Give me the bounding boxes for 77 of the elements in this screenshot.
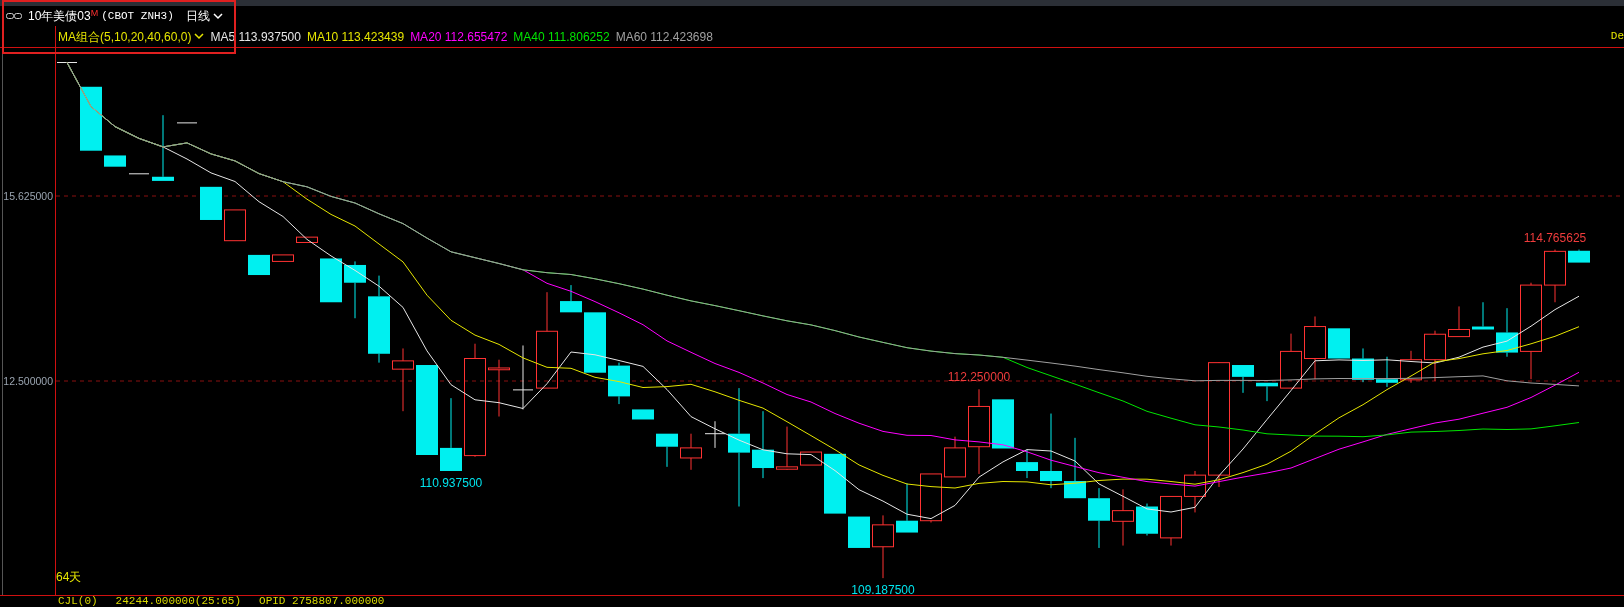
candlestick	[344, 260, 366, 319]
candlestick	[1568, 249, 1590, 263]
candlestick	[392, 347, 414, 412]
candlestick	[632, 409, 654, 420]
axis-label: 12.500000	[3, 375, 53, 387]
candlestick	[1376, 356, 1398, 388]
candlestick	[1064, 437, 1086, 499]
candlestick	[1232, 365, 1254, 394]
candlestick	[896, 482, 918, 533]
indicator-value: MA40 111.806252	[513, 28, 610, 46]
candlestick	[1328, 328, 1350, 359]
period-dropdown[interactable]: 日线	[185, 7, 223, 25]
indicator-label: De	[1610, 29, 1624, 45]
candlestick	[488, 359, 510, 417]
candlestick	[1136, 503, 1158, 536]
candlestick	[104, 155, 126, 167]
period-count: 64天	[56, 570, 82, 584]
candlestick	[560, 284, 582, 313]
candlestick	[1184, 470, 1206, 513]
candlestick	[656, 433, 678, 468]
candlestick	[1256, 382, 1278, 402]
chevron-down-icon	[212, 12, 223, 20]
indicator-value: MA20 112.655472	[410, 28, 508, 46]
price-label: 114.765625	[1523, 230, 1587, 245]
price-label: 110.937500	[419, 476, 483, 490]
instrument-code: (CBOT ZNH3)	[101, 8, 174, 24]
candlestick	[296, 236, 318, 243]
candlestick	[872, 514, 894, 579]
candlestick	[128, 173, 150, 175]
indicator-value: MA60 112.423698	[615, 28, 713, 46]
indicator-value: MA5 113.937500	[210, 28, 301, 46]
candlestick	[608, 362, 630, 405]
indicator-value: 24244.000000(25:65)	[115, 594, 242, 607]
candlestick	[320, 258, 342, 303]
candlestick	[1304, 315, 1326, 380]
candlestick	[1400, 350, 1422, 384]
candlestick	[800, 451, 822, 466]
candlestick	[920, 473, 942, 523]
indicator-value: CJL(0)	[58, 594, 98, 607]
axis-label: 15.625000	[3, 190, 53, 202]
candlestick	[1448, 305, 1470, 338]
chevron-down-icon	[194, 33, 205, 40]
candlestick	[1496, 307, 1518, 358]
price-label: 109.187500	[851, 583, 915, 595]
indicator-dropdown[interactable]: MA组合(5,10,20,40,60,0)	[58, 27, 205, 46]
candlestick	[1352, 347, 1374, 383]
candlestick	[824, 453, 846, 514]
candlestick	[1472, 301, 1494, 330]
candlestick	[56, 62, 78, 63]
candlestick	[248, 254, 270, 276]
candlestick	[1424, 330, 1446, 382]
candlestick	[992, 399, 1014, 449]
candlestick	[1544, 249, 1566, 303]
candlestick	[848, 516, 870, 548]
candlestick	[224, 209, 246, 242]
candlestick	[272, 254, 294, 262]
candlestick	[752, 410, 774, 479]
instrument-name: 10年美债03$^{M}$	[28, 7, 99, 25]
candlestick	[200, 186, 222, 220]
candlestick	[1280, 333, 1302, 389]
link-icon[interactable]	[6, 12, 22, 20]
candlestick	[680, 433, 702, 471]
candlestick	[512, 345, 534, 410]
candlestick	[1016, 449, 1038, 479]
candlestick	[152, 114, 174, 181]
candlestick	[80, 86, 102, 151]
candlestick	[176, 122, 198, 124]
indicator-value: OPID 2758807.000000	[259, 594, 385, 607]
candlestick	[1160, 495, 1182, 547]
price-label: 112.250000	[947, 370, 1011, 385]
candlestick	[584, 312, 606, 373]
candlestick	[944, 436, 966, 478]
candlestick	[1088, 487, 1110, 549]
indicator-value: MA10 113.423439	[306, 28, 405, 46]
candlestick	[1112, 488, 1134, 547]
candlestick	[704, 420, 726, 449]
candlestick	[776, 426, 798, 471]
